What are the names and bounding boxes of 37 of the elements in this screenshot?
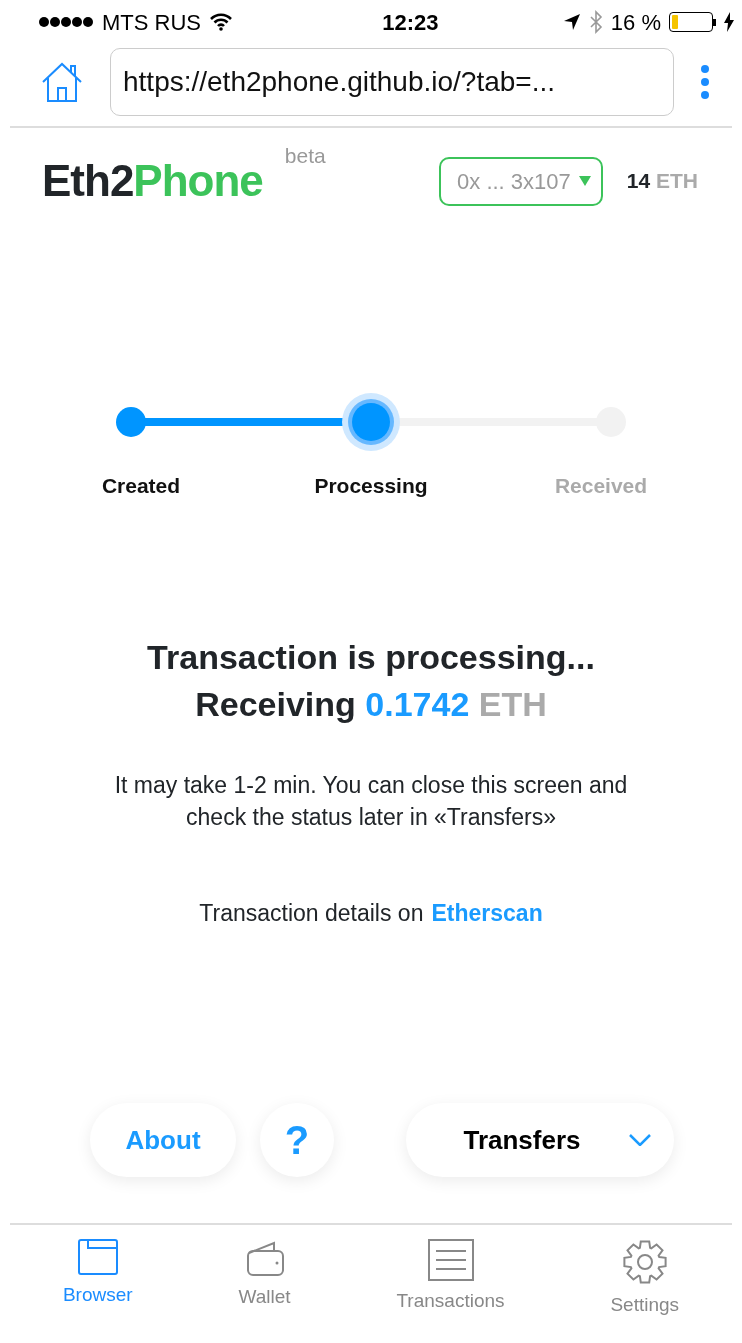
step-label: Created xyxy=(100,473,182,499)
step-label: Received xyxy=(553,473,649,499)
step-label: Processing xyxy=(313,473,429,499)
info-paragraph: It may take 1-2 min. You can close this screen and check the status later in «Transfers» xyxy=(113,770,629,832)
wifi-icon xyxy=(209,13,233,31)
tab-bar-item[interactable]: Settings xyxy=(604,1225,686,1343)
balance: 14 ETH xyxy=(626,168,698,195)
browser-window-icon xyxy=(77,1239,118,1275)
beta-tag: beta xyxy=(284,140,326,172)
home-icon[interactable] xyxy=(40,60,84,104)
list-icon xyxy=(427,1239,474,1281)
url-field[interactable]: https://eth2phone.github.io/?tab=... xyxy=(110,48,674,116)
help-button[interactable]: ? xyxy=(260,1103,334,1177)
battery-icon xyxy=(669,12,716,32)
clock: 12:23 xyxy=(381,8,440,37)
battery-percent: 16 % xyxy=(610,8,661,37)
bluetooth-icon xyxy=(588,10,603,34)
location-arrow-icon xyxy=(562,13,581,31)
message-title: Transaction is processing... xyxy=(146,636,596,678)
signal-icon xyxy=(38,16,94,28)
settings-icon xyxy=(621,1239,668,1285)
chevron-down-icon xyxy=(628,1134,651,1146)
about-button[interactable]: About xyxy=(90,1103,236,1177)
receiving-amount: Receiving 0.1742 ETH xyxy=(194,684,548,726)
tab-bar-item[interactable]: Wallet xyxy=(232,1225,297,1343)
more-menu-icon[interactable] xyxy=(700,64,710,100)
tab-bar-item[interactable]: Transactions xyxy=(390,1225,511,1343)
account-dropdown[interactable]: 0x ... 3x107 xyxy=(439,156,603,206)
transfers-dropdown[interactable]: Transfers xyxy=(406,1103,674,1177)
logo: Eth2Phone xyxy=(42,155,263,207)
etherscan-link[interactable]: Etherscan xyxy=(431,897,543,930)
tab-bar-item[interactable]: Browser xyxy=(56,1225,139,1343)
carrier-name: MTS RUS xyxy=(102,8,201,37)
charging-bolt-icon xyxy=(724,12,734,32)
details-text: Transaction details on xyxy=(199,899,424,929)
wallet-icon xyxy=(245,1239,284,1277)
caret-icon xyxy=(578,176,591,186)
